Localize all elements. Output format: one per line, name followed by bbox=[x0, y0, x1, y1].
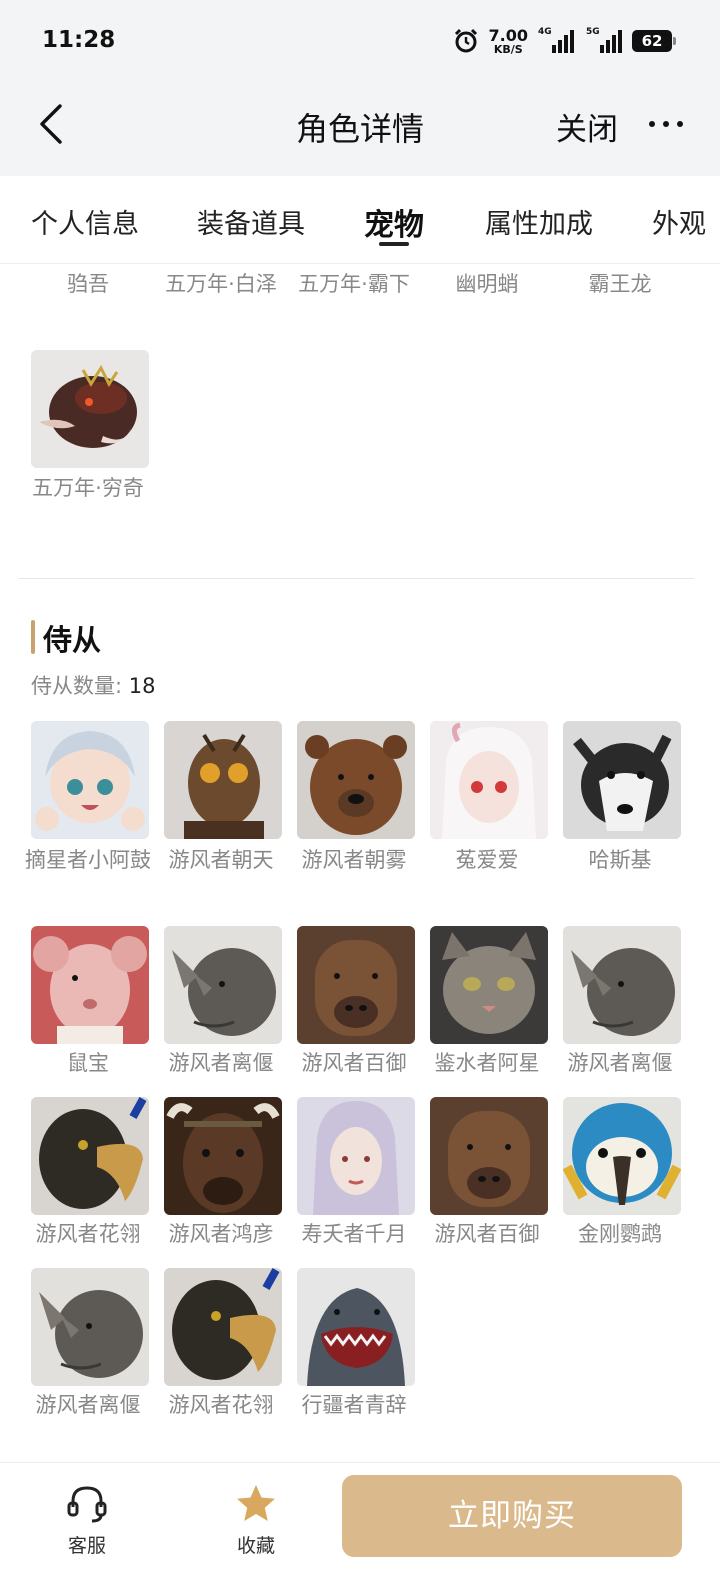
servant-name: 摘星者小阿鼓 bbox=[25, 848, 151, 872]
alarm-icon bbox=[454, 28, 477, 53]
servant-avatar[interactable] bbox=[563, 721, 681, 839]
servant-name: 游风者花翎 bbox=[168, 1393, 274, 1417]
servant-avatar[interactable] bbox=[297, 926, 415, 1044]
servant-avatar[interactable] bbox=[297, 1268, 415, 1386]
headset-icon bbox=[67, 1486, 107, 1523]
servant-name: 金刚鹦鹉 bbox=[578, 1222, 662, 1246]
divider bbox=[19, 578, 694, 579]
buy-now-button[interactable]: 立即购买 bbox=[342, 1475, 682, 1557]
servant-name: 游风者百御 bbox=[301, 1051, 407, 1075]
servant-name: 游风者鸿彦 bbox=[168, 1222, 274, 1246]
servant-avatar[interactable] bbox=[563, 926, 681, 1044]
servant-avatar[interactable] bbox=[297, 1097, 415, 1215]
more-dots-icon bbox=[649, 121, 683, 127]
servant-avatar[interactable] bbox=[164, 1097, 282, 1215]
servant-name: 游风者朝天 bbox=[168, 848, 274, 872]
servant-avatar[interactable] bbox=[430, 721, 548, 839]
tab-personal-info[interactable]: 个人信息 bbox=[31, 202, 139, 241]
section-title-servants: 侍从 bbox=[43, 623, 102, 657]
servant-avatar[interactable] bbox=[563, 1097, 681, 1215]
servant-name: 游风者离偃 bbox=[567, 1051, 673, 1075]
section-accent-bar bbox=[31, 620, 35, 654]
content-area[interactable]: 驺吾 五万年·白泽 五万年·霸下 幽明蛸 霸王龙 五万年·穷奇 侍从 侍从数量:… bbox=[0, 265, 720, 1462]
servant-avatar[interactable] bbox=[31, 926, 149, 1044]
status-time: 11:28 bbox=[42, 27, 116, 53]
servant-avatar[interactable] bbox=[297, 721, 415, 839]
pet-name: 五万年·白泽 bbox=[165, 272, 277, 296]
pet-avatar-qiongqi[interactable] bbox=[31, 350, 149, 468]
servant-avatar[interactable] bbox=[31, 1268, 149, 1386]
pet-name: 霸王龙 bbox=[588, 272, 652, 296]
servant-avatar[interactable] bbox=[164, 926, 282, 1044]
signal-icon-sim1: 4G bbox=[538, 27, 574, 53]
servant-name: 菟爱爱 bbox=[455, 848, 519, 872]
star-icon bbox=[237, 1485, 275, 1521]
servant-name: 游风者离偃 bbox=[168, 1051, 274, 1075]
servant-avatar[interactable] bbox=[164, 721, 282, 839]
status-icons: 7.00 KB/S 4G 5G 62 bbox=[453, 25, 676, 56]
servant-name: 哈斯基 bbox=[588, 848, 652, 872]
tab-active-indicator bbox=[379, 242, 409, 246]
status-bar: 11:28 7.00 KB/S 4G 5G 62 bbox=[0, 0, 720, 80]
tab-appearance[interactable]: 外观 bbox=[652, 202, 706, 241]
servant-avatar[interactable] bbox=[430, 1097, 548, 1215]
servant-name: 游风者百御 bbox=[434, 1222, 540, 1246]
close-button[interactable]: 关闭 bbox=[556, 104, 618, 149]
servant-name: 行疆者青辞 bbox=[301, 1393, 407, 1417]
customer-service-button[interactable]: 客服 bbox=[42, 1473, 132, 1573]
servant-avatar[interactable] bbox=[164, 1268, 282, 1386]
servant-count: 侍从数量: 18 bbox=[31, 674, 156, 698]
servant-name: 寿夭者千月 bbox=[301, 1222, 407, 1246]
favorite-label: 收藏 bbox=[236, 1535, 275, 1557]
tab-equipment[interactable]: 装备道具 bbox=[197, 202, 305, 241]
servant-name: 游风者朝雾 bbox=[301, 848, 407, 872]
pet-name: 五万年·穷奇 bbox=[32, 476, 144, 500]
pet-name: 幽明蛸 bbox=[455, 272, 519, 296]
pet-name: 五万年·霸下 bbox=[298, 272, 410, 296]
tab-bar: 个人信息 装备道具 宠物 属性加成 外观 bbox=[0, 176, 720, 264]
customer-service-label: 客服 bbox=[67, 1535, 106, 1557]
servant-avatar[interactable] bbox=[430, 926, 548, 1044]
signal-icon-sim2: 5G bbox=[586, 27, 622, 53]
servant-avatar[interactable] bbox=[31, 1097, 149, 1215]
servant-avatar[interactable] bbox=[31, 721, 149, 839]
more-button[interactable] bbox=[646, 106, 686, 142]
bottom-bar: 客服 收藏 立即购买 bbox=[0, 1462, 720, 1584]
servant-name: 鉴水者阿星 bbox=[434, 1051, 540, 1075]
net-speed: 7.00 KB/S bbox=[488, 25, 528, 56]
servant-name: 游风者离偃 bbox=[35, 1393, 141, 1417]
servant-name: 鼠宝 bbox=[67, 1051, 109, 1075]
tab-pets[interactable]: 宠物 bbox=[364, 200, 424, 244]
battery-icon: 62 bbox=[632, 30, 676, 52]
servant-name: 游风者花翎 bbox=[35, 1222, 141, 1246]
pet-name: 驺吾 bbox=[67, 272, 109, 296]
favorite-button[interactable]: 收藏 bbox=[211, 1473, 301, 1573]
nav-bar: 角色详情 关闭 bbox=[0, 80, 720, 176]
tab-attributes[interactable]: 属性加成 bbox=[485, 202, 593, 241]
